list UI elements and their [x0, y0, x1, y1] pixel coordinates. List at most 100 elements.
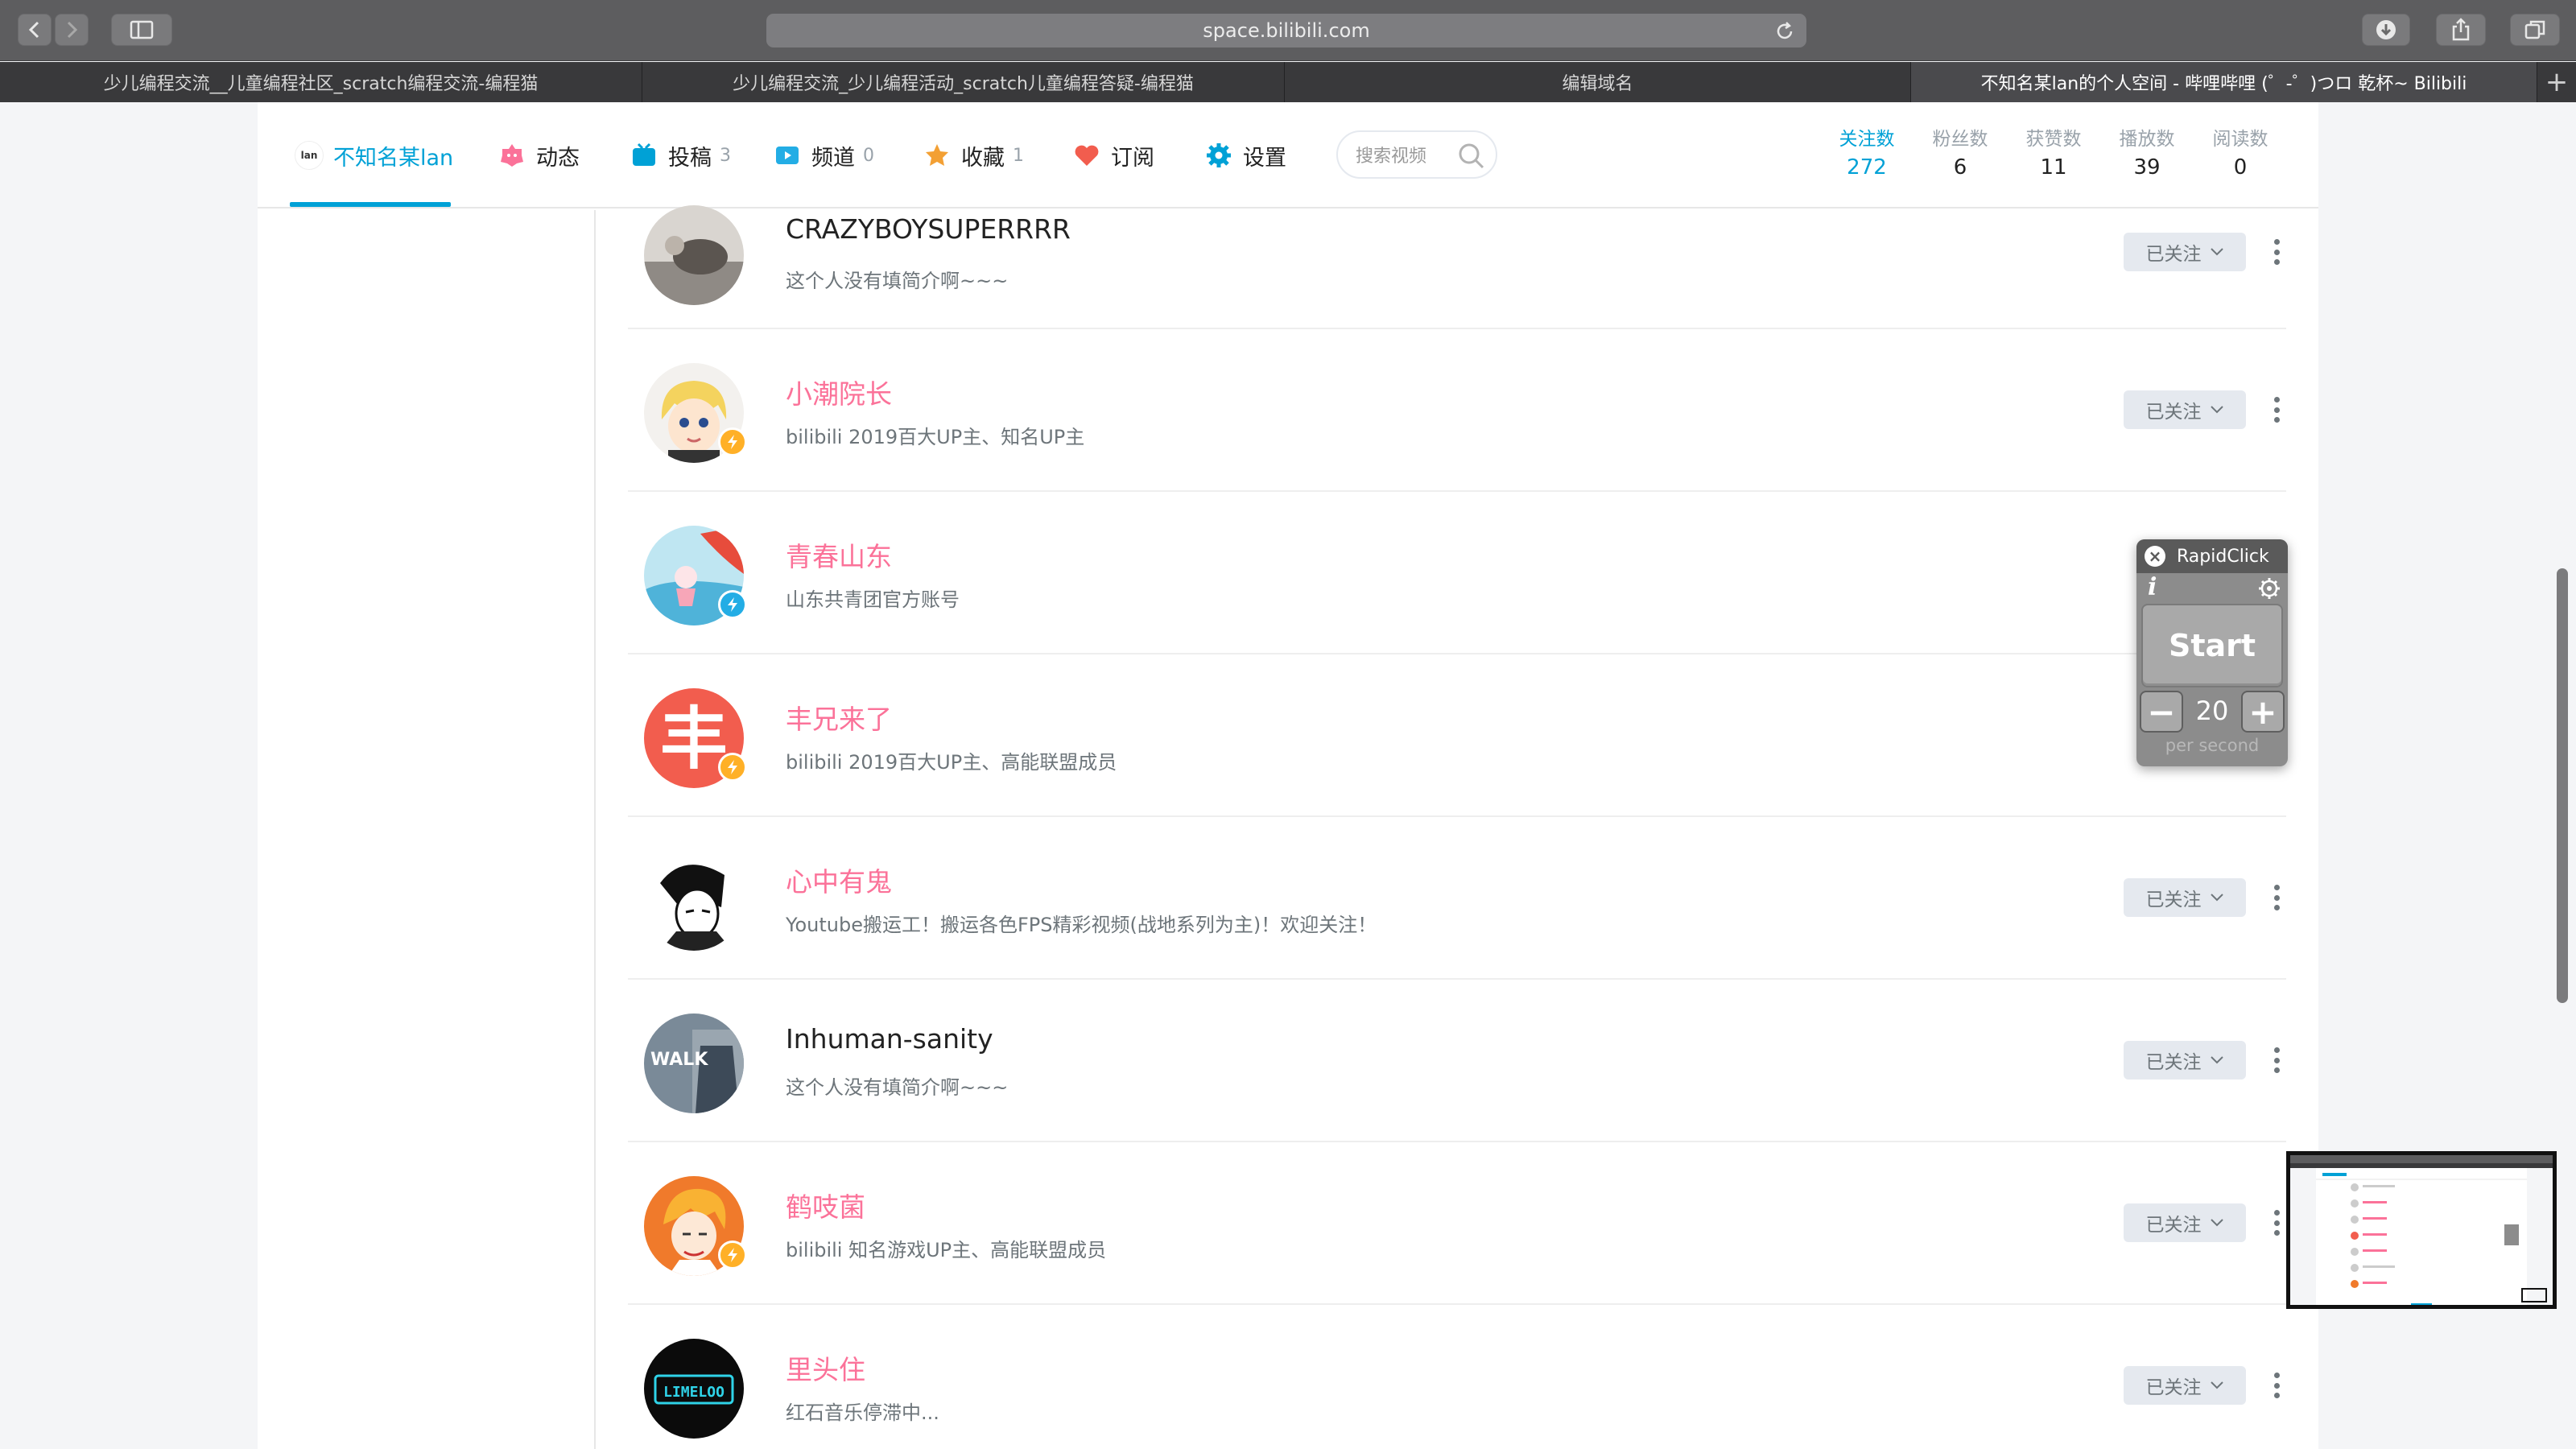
more-options-icon[interactable]	[2267, 881, 2286, 914]
back-button[interactable]	[18, 14, 52, 46]
browser-tab[interactable]: 编辑域名	[1285, 62, 1911, 102]
avatar[interactable]: LIMELOO	[644, 1339, 744, 1439]
info-icon[interactable]: i	[2148, 573, 2157, 601]
nav-dynamic-label: 动态	[536, 145, 580, 171]
stat-label: 获赞数	[2025, 129, 2082, 150]
followed-button[interactable]: 已关注	[2124, 390, 2246, 429]
followed-button[interactable]: 已关注	[2124, 233, 2246, 271]
list-item: 青春山东 山东共青团官方账号	[628, 492, 2286, 654]
address-bar[interactable]: space.bilibili.com	[766, 14, 1806, 47]
browser-tab[interactable]: 少儿编程交流_少儿编程活动_scratch儿童编程答疑-编程猫	[642, 62, 1285, 102]
decrement-button[interactable]: −	[2140, 691, 2183, 733]
svg-text:WALK: WALK	[650, 1050, 708, 1070]
active-tab-underline	[290, 202, 451, 207]
following-list: CRAZYBOYSUPERRRR 这个人没有填简介啊~~~ 已关注 小潮院长 b…	[628, 205, 2286, 1449]
user-name[interactable]: Inhuman-sanity	[786, 1023, 993, 1055]
screenshot-thumbnail[interactable]	[2286, 1151, 2557, 1309]
chevron-down-icon	[2210, 1218, 2224, 1228]
nav-settings-tab[interactable]: 设置	[1204, 134, 1286, 176]
tab-title: 少儿编程交流__儿童编程社区_scratch编程交流-编程猫	[103, 74, 539, 94]
channel-icon	[773, 141, 802, 170]
tab-overview-button[interactable]	[2510, 14, 2560, 46]
verified-badge-icon	[718, 427, 747, 456]
stat-likes: 获赞数 11	[2009, 123, 2098, 180]
space-nav: lan 不知名某lan 动态 投稿 3 频道 0 收藏 1 订阅 设置 搜索视频…	[258, 102, 2318, 208]
nav-settings-label: 设置	[1243, 145, 1286, 171]
sidebar-divider	[594, 210, 596, 1449]
user-sign: bilibili 2019百大UP主、高能联盟成员	[786, 751, 1117, 774]
avatar[interactable]	[644, 205, 744, 305]
download-icon	[2376, 20, 2396, 39]
user-name[interactable]: 小潮院长	[786, 373, 892, 411]
stat-fans[interactable]: 粉丝数 6	[1916, 123, 2004, 180]
list-item: 丰 丰兄来了 bilibili 2019百大UP主、高能联盟成员	[628, 654, 2286, 817]
nav-channels-tab[interactable]: 频道 0	[773, 134, 874, 176]
increment-button[interactable]: +	[2241, 691, 2285, 733]
more-options-icon[interactable]	[2267, 1044, 2286, 1076]
new-tab-button[interactable]: +	[2537, 62, 2576, 102]
sidebar-toggle-button[interactable]	[111, 14, 172, 46]
nav-subscriptions-tab[interactable]: 订阅	[1072, 134, 1154, 176]
nav-home-tab[interactable]: lan 不知名某lan	[295, 134, 453, 176]
downloads-button[interactable]	[2362, 14, 2410, 46]
followed-button[interactable]: 已关注	[2124, 1203, 2246, 1242]
followed-label: 已关注	[2145, 890, 2202, 910]
nav-subscriptions-label: 订阅	[1111, 145, 1154, 171]
avatar[interactable]	[644, 851, 744, 951]
close-icon[interactable]: ×	[2145, 546, 2165, 567]
user-logo: lan	[295, 141, 324, 170]
nav-favorites-label: 收藏	[961, 145, 1005, 171]
user-sign: 红石音乐停滞中...	[786, 1402, 939, 1424]
stat-following[interactable]: 关注数 272	[1823, 123, 1911, 180]
gear-icon	[1204, 141, 1233, 170]
more-options-icon[interactable]	[2267, 236, 2286, 268]
rapidclick-title: RapidClick	[2177, 546, 2269, 567]
user-sign: bilibili 2019百大UP主、知名UP主	[786, 426, 1085, 448]
user-name[interactable]: 青春山东	[786, 535, 892, 574]
nav-favorites-tab[interactable]: 收藏 1	[923, 134, 1024, 176]
list-item: CRAZYBOYSUPERRRR 这个人没有填简介啊~~~ 已关注	[628, 205, 2286, 329]
user-name[interactable]: 鹤吱菌	[786, 1186, 865, 1224]
more-options-icon[interactable]	[2267, 394, 2286, 426]
list-item: 鹤吱菌 bilibili 知名游戏UP主、高能联盟成员 已关注	[628, 1142, 2286, 1305]
more-options-icon[interactable]	[2267, 1207, 2286, 1239]
browser-tab-active[interactable]: 不知名某lan的个人空间 - 哔哩哔哩 (゜-゜)つロ 乾杯~ Bilibili	[1911, 62, 2537, 102]
stat-label: 粉丝数	[1932, 129, 1988, 150]
forward-button[interactable]	[55, 14, 89, 46]
search-input[interactable]: 搜索视频	[1336, 130, 1497, 179]
user-name[interactable]: 里头住	[786, 1348, 865, 1387]
nav-videos-label: 投稿	[668, 145, 712, 171]
share-button[interactable]	[2436, 14, 2486, 46]
followed-button[interactable]: 已关注	[2124, 1366, 2246, 1405]
stat-reads: 阅读数 0	[2196, 123, 2285, 180]
more-options-icon[interactable]	[2267, 1369, 2286, 1402]
verified-badge-icon	[718, 590, 747, 619]
user-name[interactable]: CRAZYBOYSUPERRRR	[786, 213, 1071, 245]
browser-tab[interactable]: 少儿编程交流__儿童编程社区_scratch编程交流-编程猫	[0, 62, 642, 102]
chevron-down-icon	[2210, 1381, 2224, 1390]
user-name[interactable]: 心中有鬼	[786, 861, 892, 899]
search-placeholder: 搜索视频	[1356, 147, 1427, 167]
gear-icon[interactable]	[2257, 576, 2281, 601]
thumbnail-toolbar	[2290, 1155, 2553, 1163]
followed-label: 已关注	[2145, 244, 2202, 265]
search-icon[interactable]	[1457, 142, 1486, 171]
followed-button[interactable]: 已关注	[2124, 878, 2246, 917]
start-button[interactable]: Start	[2141, 604, 2283, 687]
scrollbar-thumb[interactable]	[2557, 568, 2568, 1003]
user-name[interactable]: 丰兄来了	[786, 698, 892, 737]
rapidclick-titlebar[interactable]: × RapidClick	[2136, 539, 2288, 573]
stat-value: 272	[1847, 155, 1887, 180]
browser-toolbar: space.bilibili.com	[0, 0, 2576, 61]
url-text: space.bilibili.com	[1203, 19, 1370, 42]
nav-videos-tab[interactable]: 投稿 3	[630, 134, 731, 176]
nav-dynamic-tab[interactable]: 动态	[497, 134, 580, 176]
followed-label: 已关注	[2145, 1052, 2202, 1073]
nav-videos-count: 3	[720, 145, 731, 166]
avatar[interactable]: WALK	[644, 1013, 744, 1113]
reload-icon[interactable]	[1774, 21, 1795, 42]
user-sign: Youtube搬运工！搬运各色FPS精彩视频(战地系列为主)！欢迎关注！	[786, 914, 1377, 936]
tab-title: 少儿编程交流_少儿编程活动_scratch儿童编程答疑-编程猫	[733, 74, 1194, 94]
rapidclick-widget: × RapidClick i Start − 20 + per second	[2136, 539, 2288, 766]
followed-button[interactable]: 已关注	[2124, 1041, 2246, 1080]
